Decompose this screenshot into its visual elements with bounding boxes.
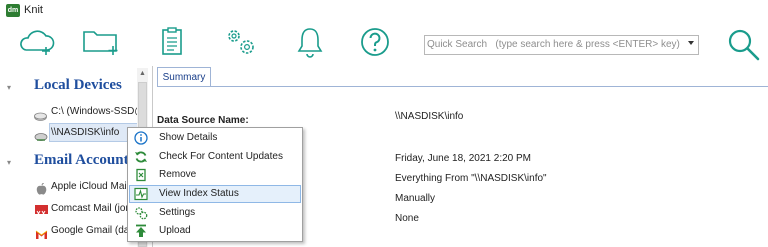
network-drive-icon: [34, 129, 48, 141]
drive-icon: [34, 108, 47, 121]
collapse-arrow-icon[interactable]: ▾: [7, 83, 11, 92]
folder-add-icon[interactable]: [82, 26, 122, 56]
additional-value: None: [395, 213, 419, 224]
section-local-devices[interactable]: Local Devices: [34, 77, 122, 94]
tab-summary[interactable]: Summary: [157, 67, 211, 86]
content-scope-value: Everything From "\\NASDISK\info": [395, 173, 547, 184]
data-source-label: Data Source Name:: [157, 115, 249, 126]
comcast-icon: [35, 205, 48, 217]
tab-divider: [157, 86, 768, 87]
sidebar-item-network-drive[interactable]: \\NASDISK\info: [51, 127, 137, 138]
help-icon[interactable]: [359, 26, 391, 58]
menu-item-settings[interactable]: Settings: [129, 204, 301, 222]
quick-search-box[interactable]: [424, 35, 699, 55]
upload-icon: [134, 224, 148, 238]
index-status-icon: [134, 187, 148, 201]
bell-icon[interactable]: [296, 26, 324, 58]
collapse-arrow-icon[interactable]: ▾: [7, 158, 11, 167]
clipboard-icon[interactable]: [160, 26, 186, 58]
data-source-value: \\NASDISK\info: [395, 111, 464, 122]
sidebar-item-icloud-mail[interactable]: Apple iCloud Mail (j: [51, 181, 137, 192]
cloud-add-icon[interactable]: [17, 26, 57, 56]
gmail-icon: [35, 227, 48, 239]
info-icon: [134, 131, 148, 145]
refresh-icon: [134, 150, 148, 164]
scroll-up-icon[interactable]: ▲: [137, 68, 148, 79]
last-updated-value: Friday, June 18, 2021 2:20 PM: [395, 153, 532, 164]
chevron-down-icon[interactable]: [688, 41, 694, 45]
context-menu: Show Details Check For Content Updates R…: [127, 127, 303, 242]
menu-item-check-updates[interactable]: Check For Content Updates: [129, 148, 301, 166]
remove-icon: [134, 168, 148, 182]
menu-item-view-index-status[interactable]: View Index Status: [129, 185, 301, 203]
search-icon[interactable]: [727, 28, 761, 62]
sidebar-item-local-drive[interactable]: C:\ (Windows-SSD@: [51, 106, 137, 117]
app-logo: dm: [6, 4, 20, 17]
section-email-accounts[interactable]: Email Accounts: [34, 152, 134, 169]
app-title: Knit: [24, 4, 43, 16]
sidebar-item-comcast-mail[interactable]: Comcast Mail (jona: [51, 203, 137, 214]
settings-gears-icon[interactable]: [223, 26, 259, 58]
quick-search-input[interactable]: [427, 37, 682, 51]
menu-item-remove[interactable]: Remove: [129, 166, 301, 184]
apple-icon: [36, 182, 47, 195]
settings-icon: [134, 206, 148, 220]
menu-item-show-details[interactable]: Show Details: [129, 129, 301, 147]
sidebar-item-gmail[interactable]: Google Gmail (data: [51, 225, 137, 236]
menu-item-upload[interactable]: Upload: [129, 222, 301, 240]
title-bar: [0, 0, 768, 22]
update-mode-value: Manually: [395, 193, 436, 204]
